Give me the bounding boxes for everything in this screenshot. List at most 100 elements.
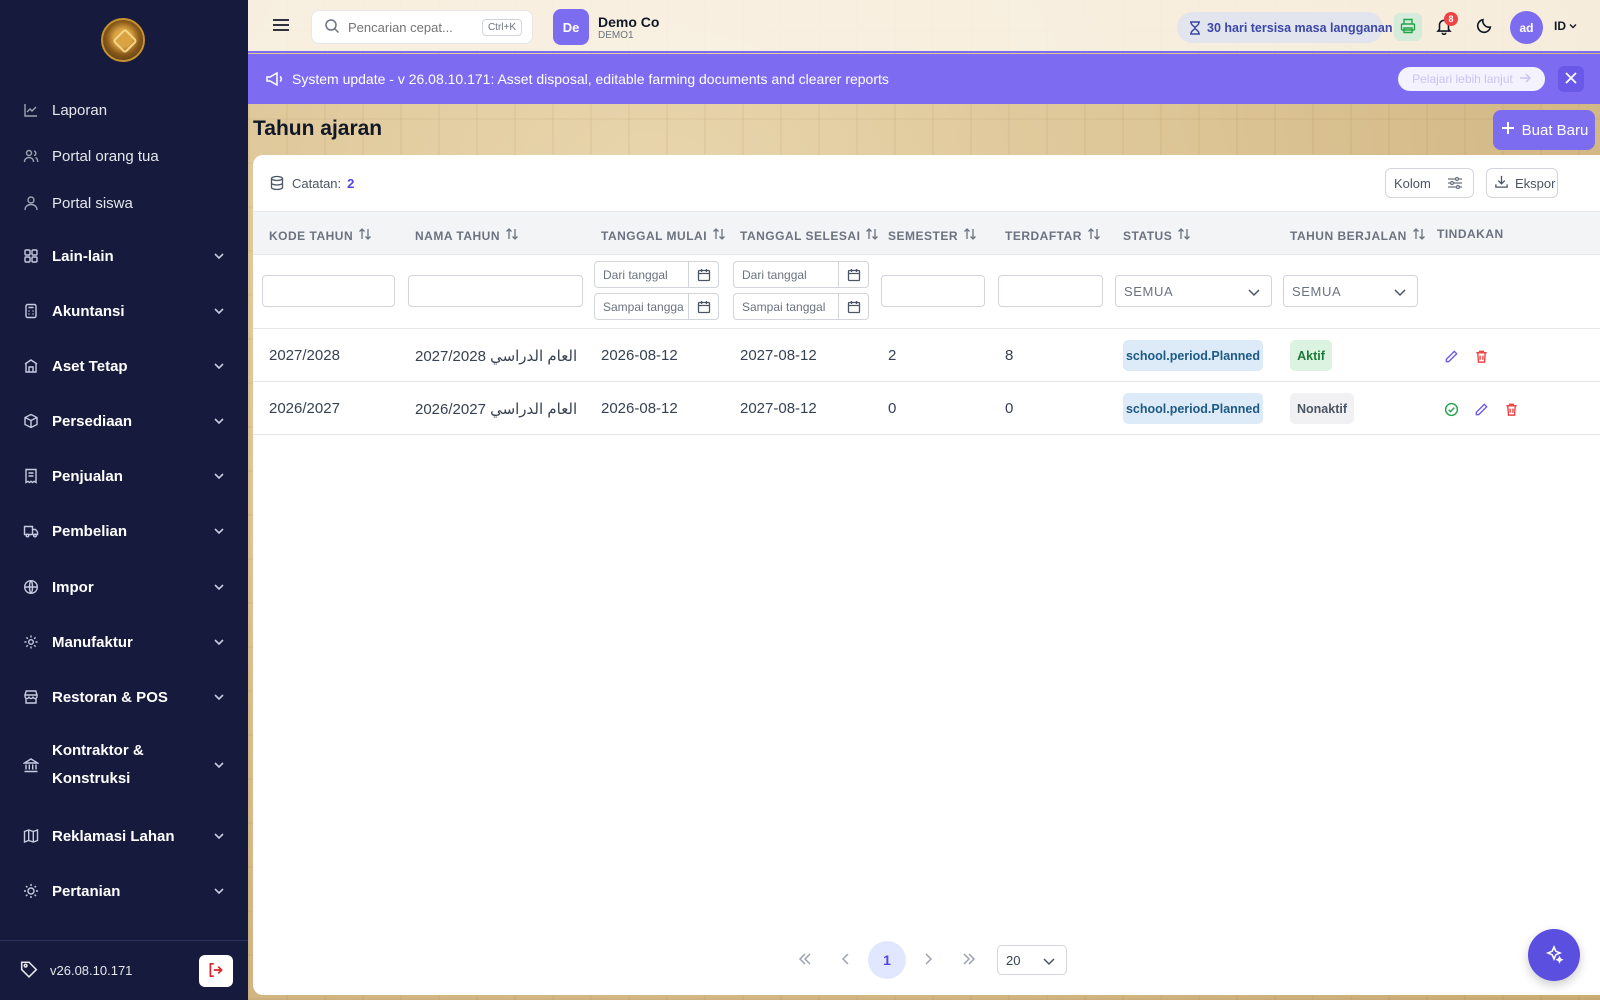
sidebar-item-penjualan[interactable]: Penjualan bbox=[0, 454, 248, 498]
sidebar-item-manufaktur[interactable]: Manufaktur bbox=[0, 620, 248, 664]
filter-nama-tahun[interactable] bbox=[408, 275, 583, 307]
notifications-button[interactable]: 8 bbox=[1431, 12, 1458, 40]
sidebar-item-label: Laporan bbox=[52, 101, 108, 119]
last-page-button[interactable] bbox=[950, 941, 988, 979]
filter-kode-tahun[interactable] bbox=[262, 275, 395, 307]
menu-icon[interactable] bbox=[272, 17, 290, 33]
delete-icon[interactable] bbox=[1472, 347, 1490, 365]
column-header-tahun-berjalan[interactable]: TAHUN BERJALAN bbox=[1290, 227, 1426, 244]
filter-row: Dari tanggal Sampai tangga Dari tanggal … bbox=[253, 255, 1600, 329]
filter-status-select[interactable]: SEMUA bbox=[1115, 275, 1272, 307]
calendar-icon[interactable] bbox=[688, 294, 718, 319]
column-header-tanggal-mulai[interactable]: TANGGAL MULAI bbox=[601, 227, 726, 244]
page-button-current[interactable]: 1 bbox=[868, 941, 906, 979]
sidebar-item-label: Impor bbox=[52, 578, 94, 596]
filter-terdaftar[interactable] bbox=[998, 275, 1103, 307]
export-button[interactable]: Ekspor bbox=[1486, 168, 1558, 198]
first-page-button[interactable] bbox=[786, 941, 824, 979]
next-page-button[interactable] bbox=[909, 941, 947, 979]
cell-semester: 2 bbox=[888, 347, 897, 364]
sort-icon bbox=[865, 227, 879, 244]
sidebar-item-portal-siswa[interactable]: Portal siswa bbox=[0, 181, 248, 225]
chevron-down-icon bbox=[1042, 954, 1056, 971]
megaphone-icon bbox=[264, 69, 284, 89]
language-code: ID bbox=[1554, 19, 1566, 33]
filter-semester[interactable] bbox=[881, 275, 985, 307]
chevron-down-icon bbox=[1393, 285, 1407, 302]
filter-start-to[interactable]: Sampai tangga bbox=[594, 293, 719, 320]
columns-button[interactable]: Kolom bbox=[1385, 168, 1474, 198]
sidebar-item-restoran-pos[interactable]: Restoran & POS bbox=[0, 675, 248, 719]
hourglass-icon bbox=[1189, 20, 1201, 35]
sidebar-item-label: Manufaktur bbox=[52, 633, 133, 651]
subscription-badge[interactable]: 30 hari tersisa masa langganan bbox=[1177, 12, 1393, 43]
cell-tanggal-mulai: 2026-08-12 bbox=[601, 347, 678, 364]
quick-search[interactable]: Ctrl+K bbox=[311, 10, 533, 44]
filter-tahun-berjalan-select[interactable]: SEMUA bbox=[1283, 275, 1418, 307]
logout-button[interactable] bbox=[199, 955, 233, 987]
filter-end-to[interactable]: Sampai tanggal bbox=[733, 293, 869, 320]
sidebar-item-label: Pertanian bbox=[52, 882, 121, 900]
delete-icon[interactable] bbox=[1502, 400, 1520, 418]
sidebar-item-portal-orang-tua[interactable]: Portal orang tua bbox=[0, 134, 248, 178]
ai-assistant-button[interactable] bbox=[1528, 929, 1580, 981]
sidebar-footer: v26.08.10.171 bbox=[0, 940, 248, 1000]
calendar-icon[interactable] bbox=[838, 262, 868, 287]
chevron-down-icon bbox=[214, 584, 224, 591]
sidebar-item-aset-tetap[interactable]: Aset Tetap bbox=[0, 344, 248, 388]
edit-icon[interactable] bbox=[1472, 400, 1490, 418]
sidebar-item-impor[interactable]: Impor bbox=[0, 565, 248, 609]
column-header-tanggal-selesai[interactable]: TANGGAL SELESAI bbox=[740, 227, 879, 244]
user-avatar[interactable]: ad bbox=[1510, 11, 1543, 44]
sidebar-item-pembelian[interactable]: Pembelian bbox=[0, 509, 248, 553]
column-header-terdaftar[interactable]: TERDAFTAR bbox=[1005, 227, 1101, 244]
sidebar-item-akuntansi[interactable]: Akuntansi bbox=[0, 289, 248, 333]
check-circle-icon[interactable] bbox=[1442, 400, 1460, 418]
learn-more-button[interactable]: Pelajari lebih lanjut bbox=[1398, 67, 1545, 91]
column-header-semester[interactable]: SEMESTER bbox=[888, 227, 977, 244]
banner-close-button[interactable] bbox=[1558, 66, 1584, 92]
cell-semester: 0 bbox=[888, 400, 897, 417]
page-title: Tahun ajaran bbox=[253, 117, 383, 140]
chevron-down-icon bbox=[214, 528, 224, 535]
chevron-down-icon bbox=[214, 833, 224, 840]
edit-icon[interactable] bbox=[1442, 347, 1460, 365]
company-logo[interactable] bbox=[101, 18, 145, 62]
prev-page-button[interactable] bbox=[827, 941, 865, 979]
filter-end-from[interactable]: Dari tanggal bbox=[733, 261, 869, 288]
sidebar-item-kontraktor-konstruksi[interactable]: Kontraktor & Konstruksi bbox=[0, 728, 248, 802]
company-code: DEMO1 bbox=[598, 29, 634, 41]
sidebar-item-lain-lain[interactable]: Lain-lain bbox=[0, 234, 248, 278]
column-header-status[interactable]: STATUS bbox=[1123, 227, 1191, 244]
calendar-icon[interactable] bbox=[688, 262, 718, 287]
chevron-down-icon bbox=[214, 694, 224, 701]
column-header-kode-tahun[interactable]: KODE TAHUN bbox=[269, 227, 372, 244]
calendar-icon[interactable] bbox=[838, 294, 868, 319]
app-version: v26.08.10.171 bbox=[50, 963, 133, 978]
banner-text: System update - v 26.08.10.171: Asset di… bbox=[292, 71, 889, 87]
sidebar-item-reklamasi-lahan[interactable]: Reklamasi Lahan bbox=[0, 814, 248, 858]
truck-icon bbox=[22, 522, 40, 540]
page-size-select[interactable]: 20 bbox=[997, 945, 1067, 975]
landmark-icon bbox=[22, 756, 40, 774]
sidebar-item-persediaan[interactable]: Persediaan bbox=[0, 399, 248, 443]
sidebar-item-label: Reklamasi Lahan bbox=[52, 827, 175, 845]
receipt-icon bbox=[22, 467, 40, 485]
chevron-down-icon bbox=[1569, 19, 1577, 33]
sidebar-item-laporan[interactable]: Laporan bbox=[0, 88, 248, 132]
column-header-nama-tahun[interactable]: NAMA TAHUN bbox=[415, 227, 519, 244]
theme-toggle[interactable] bbox=[1472, 15, 1496, 39]
sidebar-item-label: Kontraktor & Konstruksi bbox=[52, 742, 144, 787]
logout-icon bbox=[207, 961, 225, 982]
language-selector[interactable]: ID bbox=[1554, 19, 1577, 33]
chevron-down-icon bbox=[1247, 285, 1261, 302]
user-icon bbox=[22, 194, 40, 212]
cell-tanggal-selesai: 2027-08-12 bbox=[740, 400, 817, 417]
search-input[interactable] bbox=[348, 19, 478, 35]
filter-start-from[interactable]: Dari tanggal bbox=[594, 261, 719, 288]
cell-tanggal-mulai: 2026-08-12 bbox=[601, 400, 678, 417]
company-switcher[interactable]: De Demo Co DEMO1 bbox=[553, 9, 659, 45]
create-new-button[interactable]: Buat Baru bbox=[1493, 110, 1595, 150]
sidebar-item-pertanian[interactable]: Pertanian bbox=[0, 869, 248, 913]
print-button[interactable] bbox=[1394, 13, 1422, 41]
